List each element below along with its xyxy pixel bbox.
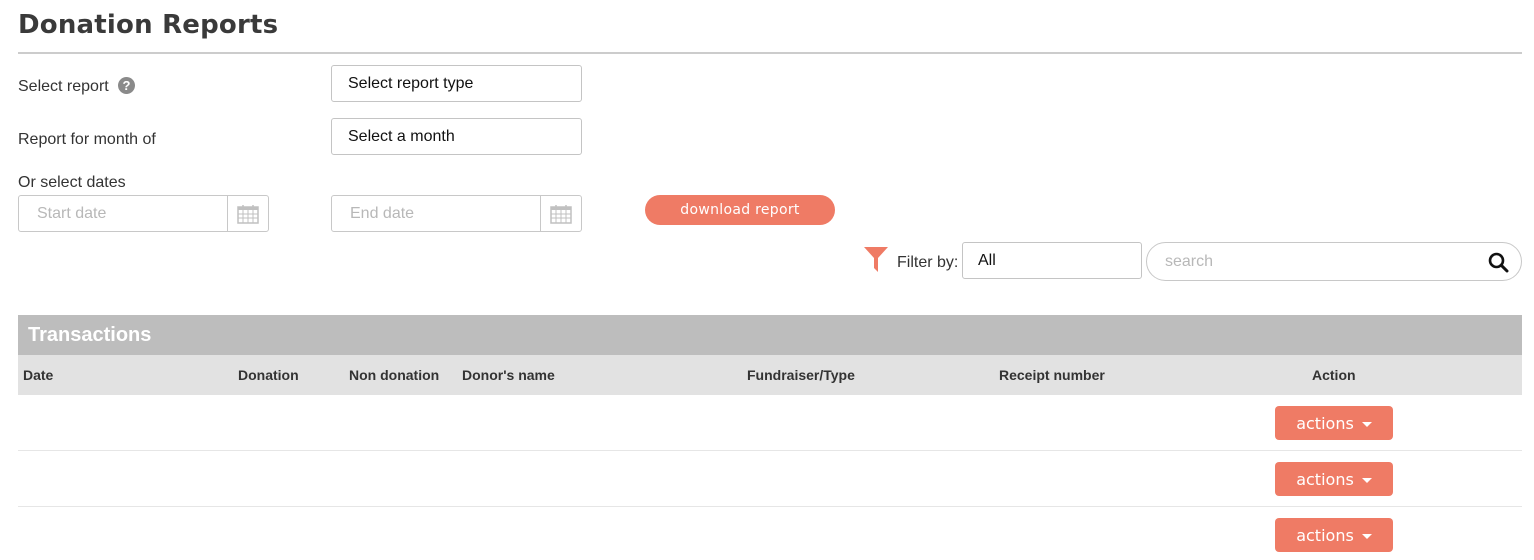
column-header-donor-name: Donor's name	[462, 367, 555, 383]
end-date-field[interactable]: End date	[331, 195, 582, 232]
start-date-calendar-button[interactable]	[227, 196, 268, 231]
select-report-label: Select report	[18, 78, 109, 95]
search-input[interactable]	[1165, 251, 1465, 273]
calendar-icon	[237, 204, 259, 224]
column-header-donation: Donation	[238, 367, 299, 383]
dates-label: Or select dates	[18, 174, 126, 191]
transactions-title: Transactions	[18, 315, 1522, 355]
actions-dropdown-button[interactable]: actions	[1275, 406, 1393, 440]
help-icon[interactable]: ?	[118, 77, 135, 94]
actions-label: actions	[1296, 413, 1354, 433]
column-header-non-donation: Non donation	[349, 367, 440, 383]
report-type-select[interactable]: Select report type	[331, 65, 582, 102]
caret-down-icon	[1361, 421, 1372, 427]
title-divider	[18, 52, 1522, 54]
column-header-receipt-number: Receipt number	[999, 367, 1105, 383]
filter-icon	[864, 247, 888, 272]
table-row: actions	[18, 451, 1522, 507]
end-date-input[interactable]: End date	[332, 196, 540, 231]
column-header-action: Action	[1312, 367, 1356, 383]
month-label: Report for month of	[18, 131, 156, 148]
column-header-date: Date	[23, 367, 54, 383]
table-header: Date Donation Non donation Donor's name …	[18, 355, 1522, 395]
actions-label: actions	[1296, 525, 1354, 545]
actions-dropdown-button[interactable]: actions	[1275, 518, 1393, 552]
actions-dropdown-button[interactable]: actions	[1275, 462, 1393, 496]
calendar-icon	[550, 204, 572, 224]
table-row: actions	[18, 395, 1522, 451]
table-row: actions	[18, 507, 1522, 560]
download-report-button[interactable]: download report	[645, 195, 835, 225]
caret-down-icon	[1361, 477, 1372, 483]
filter-select[interactable]: All	[962, 242, 1142, 279]
column-header-fundraiser-type: Fundraiser/Type	[747, 367, 855, 383]
actions-label: actions	[1296, 469, 1354, 489]
month-select[interactable]: Select a month	[331, 118, 582, 155]
search-icon[interactable]	[1488, 252, 1509, 273]
start-date-input[interactable]: Start date	[19, 196, 227, 231]
caret-down-icon	[1361, 533, 1372, 539]
search-box[interactable]	[1146, 242, 1522, 281]
end-date-calendar-button[interactable]	[540, 196, 581, 231]
start-date-field[interactable]: Start date	[18, 195, 269, 232]
page-title: Donation Reports	[18, 10, 279, 40]
filter-label: Filter by:	[897, 254, 959, 271]
